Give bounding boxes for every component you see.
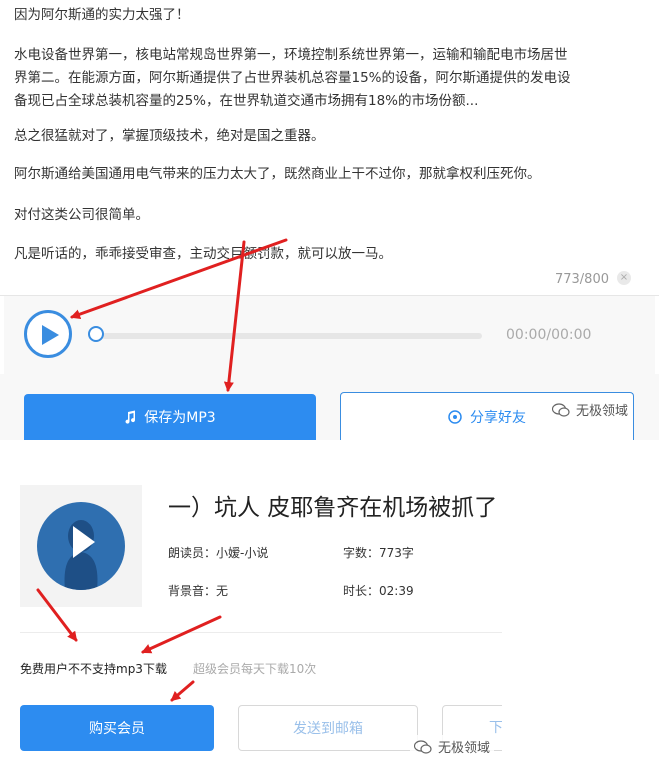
book-cover bbox=[20, 485, 142, 607]
editor-line: 备现已占全球总装机容量的25%，在世界轨道交通市场拥有18%的市场份额... bbox=[14, 93, 479, 109]
reader-info: 朗读员：小嫒-小说 bbox=[168, 546, 269, 560]
editor-line: 水电设备世界第一，核电站常规岛世界第一，环境控制系统世界第一，运输和输配电市场居… bbox=[14, 47, 568, 63]
editor-line: 凡是听话的，乖乖接受审查，主动交巨额罚款，就可以放一马。 bbox=[14, 246, 392, 262]
char-counter: 773/800 bbox=[554, 272, 609, 287]
play-icon bbox=[42, 325, 59, 345]
free-user-note: 免费用户不不支持mp3下载 bbox=[20, 662, 167, 676]
save-mp3-button[interactable]: 保存为MP3 bbox=[24, 394, 316, 440]
share-label: 分享好友 bbox=[470, 409, 526, 426]
play-button[interactable] bbox=[24, 310, 72, 358]
editor-line: 阿尔斯通给美国通用电气带来的压力太大了，既然商业上干不过你，那就拿权利压死你。 bbox=[14, 166, 541, 182]
watermark-bottom: 无极领域 bbox=[410, 735, 495, 758]
divider bbox=[20, 632, 502, 633]
editor-line: 因为阿尔斯通的实力太强了！ bbox=[14, 7, 190, 23]
word-count: 字数：773字 bbox=[343, 546, 414, 560]
audio-player: 00:00/00:00 bbox=[4, 296, 655, 374]
watermark-label: 无极领域 bbox=[438, 741, 491, 756]
editor-line: 对付这类公司很简单。 bbox=[14, 207, 149, 223]
bgm-info: 背景音：无 bbox=[168, 584, 229, 598]
buy-vip-button[interactable]: 购买会员 bbox=[20, 705, 214, 751]
text-editor[interactable]: 因为阿尔斯通的实力太强了！ 水电设备世界第一，核电站常规岛世界第一，环境控制系统… bbox=[0, 0, 659, 296]
audiobook-detail-panel: 一）坑人 皮耶鲁齐在机场被抓了 朗读员：小嫒-小说 字数：773字 背景音：无 … bbox=[0, 458, 502, 763]
book-title: 一）坑人 皮耶鲁齐在机场被抓了 bbox=[168, 495, 498, 521]
music-note-icon bbox=[125, 410, 136, 424]
editor-line: 总之很猛就对了，掌握顶级技术，绝对是国之重器。 bbox=[14, 128, 325, 144]
cover-art bbox=[37, 502, 125, 590]
watermark: 无极领域 bbox=[548, 398, 633, 421]
progress-track[interactable] bbox=[102, 333, 482, 339]
time-readout: 00:00/00:00 bbox=[506, 327, 592, 343]
share-icon bbox=[448, 409, 462, 424]
send-to-email-button[interactable]: 发送到邮箱 bbox=[238, 705, 418, 751]
wechat-icon bbox=[414, 739, 432, 754]
save-mp3-label: 保存为MP3 bbox=[144, 410, 216, 426]
duration: 时长：02:39 bbox=[343, 584, 414, 598]
watermark-label: 无极领域 bbox=[576, 404, 629, 419]
editor-line: 界第二。在能源方面，阿尔斯通提供了占世界装机总容量15%的设备，阿尔斯通提供的发… bbox=[14, 70, 571, 86]
vip-note: 超级会员每天下载10次 bbox=[193, 662, 317, 676]
person-silhouette-icon bbox=[64, 520, 98, 590]
tts-editor-panel: 因为阿尔斯通的实力太强了！ 水电设备世界第一，核电站常规岛世界第一，环境控制系统… bbox=[0, 0, 659, 440]
progress-knob[interactable] bbox=[88, 326, 104, 342]
clear-icon[interactable]: × bbox=[617, 271, 631, 285]
wechat-icon bbox=[552, 402, 570, 417]
